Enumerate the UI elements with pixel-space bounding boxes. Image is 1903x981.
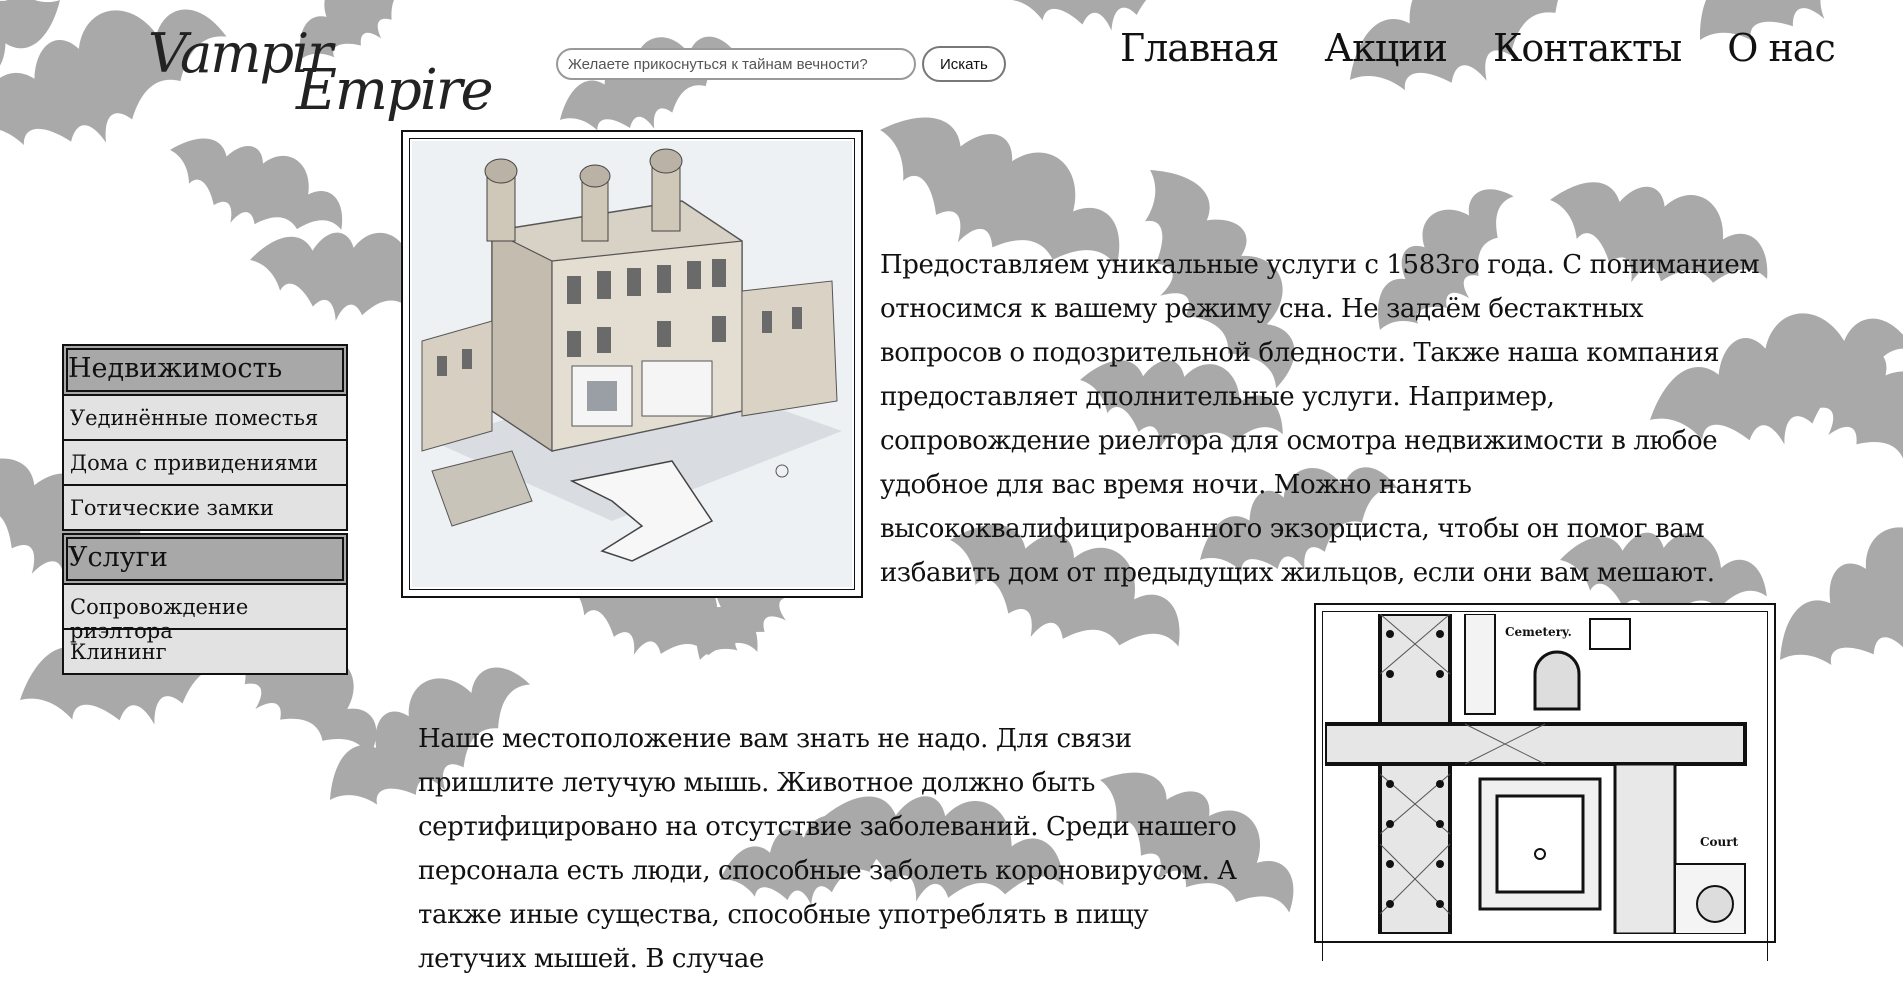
nav-contacts[interactable]: Контакты <box>1493 26 1682 70</box>
castle-illustration <box>401 130 863 598</box>
site-logo[interactable]: Vampir Empire <box>148 22 494 123</box>
sidebar-item-haunted-houses[interactable]: Дома с привидениями <box>62 439 348 486</box>
castle-cutaway-image <box>412 141 852 587</box>
location-paragraph: Наше местоположение вам знать не надо. Д… <box>418 724 1237 974</box>
main-nav: Главная Акции Контакты О нас <box>1120 26 1836 70</box>
sidebar-item-realtor-escort[interactable]: Сопровождение риэлтора <box>62 583 348 643</box>
sidebar-menu: Недвижимость Уединённые поместья Дома с … <box>62 342 348 675</box>
sidebar-item-secluded-estates[interactable]: Уединённые поместья <box>62 394 348 441</box>
sidebar-category-services[interactable]: Услуги <box>62 533 348 585</box>
intro-paragraph: Предоставляем уникальные услуги с 1583го… <box>880 250 1760 588</box>
plan-label-court: Court <box>1700 835 1739 849</box>
nav-home[interactable]: Главная <box>1120 26 1279 70</box>
floor-plan-illustration: Cemetery. Court <box>1314 603 1776 961</box>
logo-empire: Empire <box>296 58 494 123</box>
plan-label-cemetery: Cemetery. <box>1505 625 1572 639</box>
search-button[interactable]: Искать <box>922 46 1006 82</box>
search-input[interactable] <box>556 48 916 80</box>
sidebar-category-realty[interactable]: Недвижимость <box>62 344 348 396</box>
sidebar-item-gothic-castles[interactable]: Готические замки <box>62 484 348 531</box>
nav-about[interactable]: О нас <box>1727 26 1835 70</box>
cathedral-floor-plan-image: Cemetery. Court <box>1325 614 1765 934</box>
nav-promotions[interactable]: Акции <box>1324 26 1448 70</box>
search-bar: Искать <box>556 46 1006 82</box>
